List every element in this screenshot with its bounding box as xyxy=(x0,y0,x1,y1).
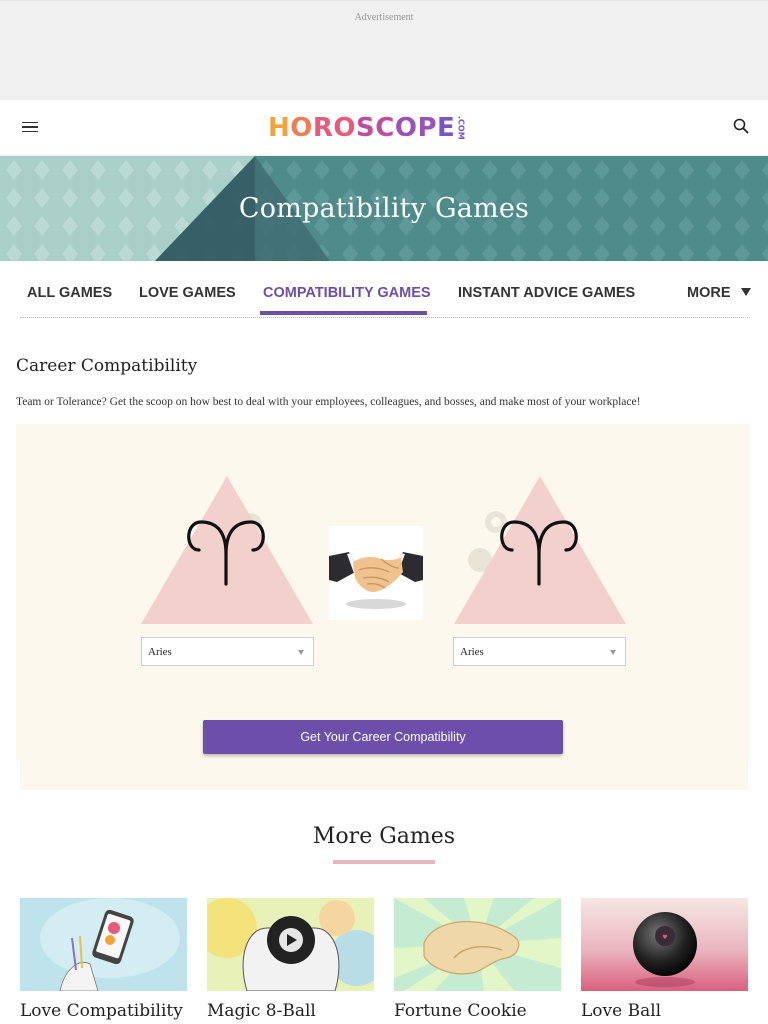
active-tab-indicator xyxy=(260,311,427,315)
tab-more-label: MORE xyxy=(687,285,731,301)
right-sign-select-value: Aries xyxy=(460,646,484,658)
site-header: H O R O S C O P E .COM xyxy=(0,100,768,156)
aries-symbol-icon xyxy=(454,476,626,624)
card-title: Love Compatibility xyxy=(20,1001,183,1021)
left-sign-select-value: Aries xyxy=(148,646,172,658)
games-tab-bar: ALL GAMES LOVE GAMES COMPATIBILITY GAMES… xyxy=(20,261,751,318)
page-title: Compatibility Games xyxy=(238,193,530,224)
tab-more[interactable]: MORE xyxy=(687,285,751,301)
career-compatibility-game: Aries Aries Get Your Career Compatibilit… xyxy=(16,424,750,760)
card-title: Magic 8-Ball xyxy=(207,1001,316,1021)
search-icon[interactable] xyxy=(733,118,749,134)
get-compatibility-button[interactable]: Get Your Career Compatibility xyxy=(203,720,563,754)
site-logo[interactable]: H O R O S C O P E .COM xyxy=(268,112,465,144)
love-compatibility-thumbnail xyxy=(20,898,187,991)
tab-love-games[interactable]: LOVE GAMES xyxy=(139,285,236,301)
aries-symbol-icon xyxy=(141,476,313,624)
game-title: Career Compatibility xyxy=(16,356,198,376)
left-sign-select[interactable]: Aries xyxy=(141,637,314,666)
handshake-icon xyxy=(329,526,423,620)
game-panel-footer xyxy=(20,760,748,790)
page-banner: Compatibility Games xyxy=(0,156,768,261)
tab-all-games[interactable]: ALL GAMES xyxy=(27,285,112,301)
hamburger-menu-icon[interactable] xyxy=(22,118,38,136)
svg-text:♥: ♥ xyxy=(662,934,667,941)
love-ball-thumbnail: ♥ xyxy=(581,898,748,991)
tab-compatibility-games[interactable]: COMPATIBILITY GAMES xyxy=(263,285,431,301)
card-title: Love Ball xyxy=(581,1001,662,1021)
card-title: Fortune Cookie xyxy=(394,1001,527,1021)
right-sign-select[interactable]: Aries xyxy=(453,637,626,666)
caret-down-icon xyxy=(740,288,751,296)
magic-8-ball-thumbnail xyxy=(207,898,374,991)
more-games-heading: More Games xyxy=(312,824,456,849)
game-description: Team or Tolerance? Get the scoop on how … xyxy=(16,396,641,408)
advertisement-area: Advertisement xyxy=(0,0,768,100)
game-card-fortune-cookie[interactable]: Fortune Cookie xyxy=(394,898,561,1021)
heading-underline xyxy=(333,860,435,864)
tab-instant-advice-games[interactable]: INSTANT ADVICE GAMES xyxy=(458,285,635,301)
fortune-cookie-thumbnail xyxy=(394,898,561,991)
advertisement-label: Advertisement xyxy=(354,12,414,23)
game-card-magic-8-ball[interactable]: Magic 8-Ball xyxy=(207,898,374,1021)
chevron-down-icon xyxy=(298,650,304,655)
game-card-love-ball[interactable]: ♥ Love Ball xyxy=(581,898,748,1021)
game-card-love-compatibility[interactable]: Love Compatibility xyxy=(20,898,187,1021)
chevron-down-icon xyxy=(610,650,616,655)
